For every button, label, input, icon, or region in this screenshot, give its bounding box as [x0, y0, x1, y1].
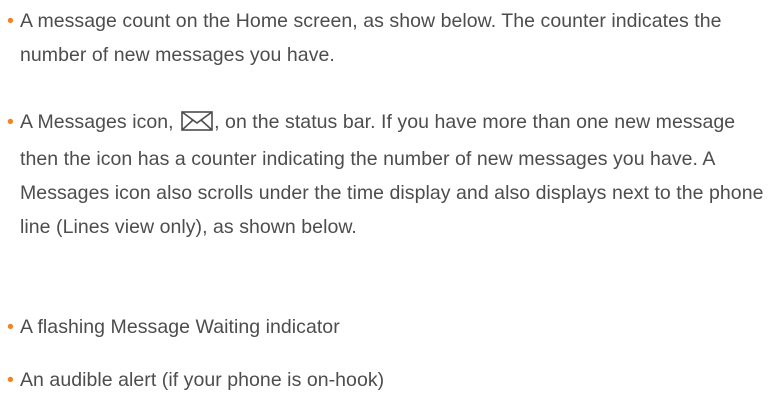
bullet-icon: • — [7, 369, 14, 391]
list-item-text: A flashing Message Waiting indicator — [20, 316, 340, 338]
list-item-text: An audible alert (if your phone is on-ho… — [20, 369, 385, 391]
list-item-messages-icon: • A Messages icon, , on the status bar. … — [0, 105, 768, 244]
list-item-text: A message count on the Home screen, as s… — [20, 10, 722, 66]
list-item-flashing-indicator: • A flashing Message Waiting indicator — [0, 310, 768, 344]
document-page: • A message count on the Home screen, as… — [0, 0, 768, 398]
bullet-icon: • — [7, 10, 14, 32]
list-item-audible-alert: • An audible alert (if your phone is on-… — [0, 363, 768, 397]
list-item-text-before-icon: A Messages icon, — [20, 111, 174, 133]
bullet-icon: • — [7, 111, 14, 133]
envelope-icon — [181, 108, 213, 142]
list-item-message-count: • A message count on the Home screen, as… — [0, 4, 768, 72]
bullet-icon: • — [7, 316, 14, 338]
